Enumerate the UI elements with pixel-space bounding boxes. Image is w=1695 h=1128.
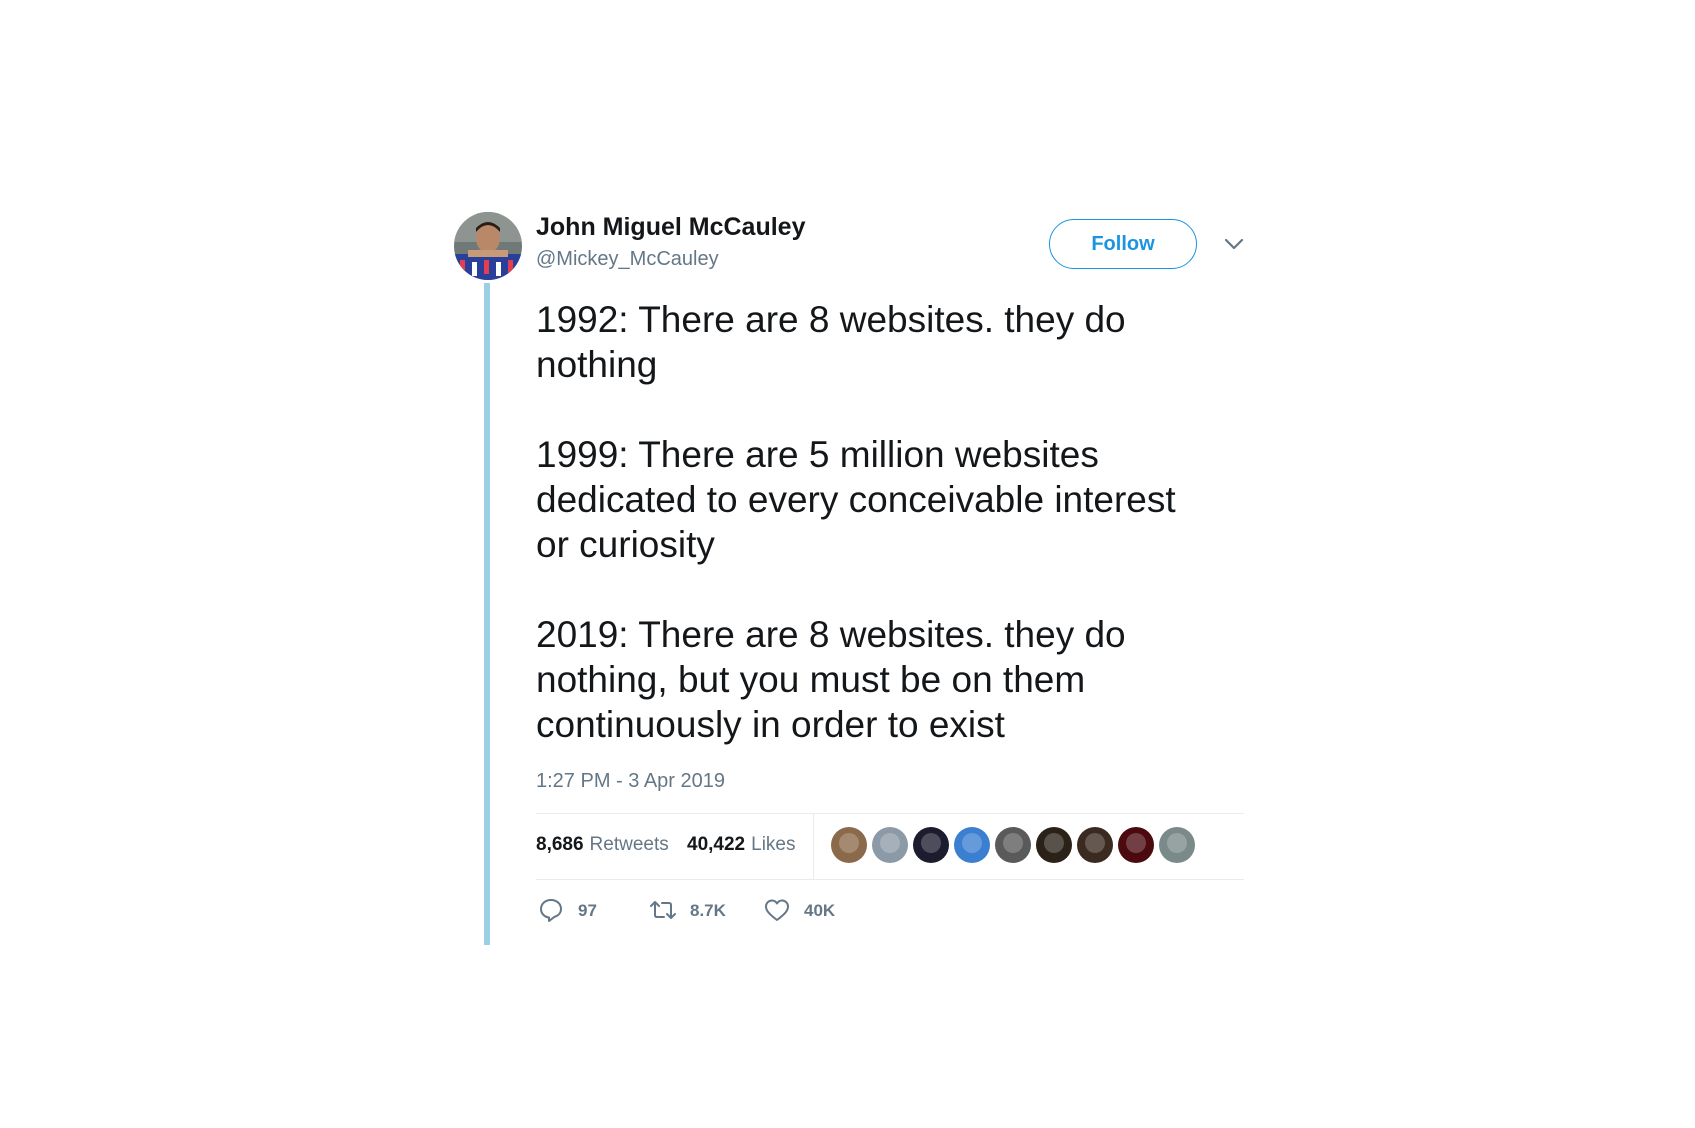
follow-button[interactable]: Follow bbox=[1049, 219, 1197, 269]
tweet-paragraph-1992: 1992: There are 8 websites. they do noth… bbox=[536, 297, 1236, 387]
tweet-paragraph-2019: 2019: There are 8 websites. they do noth… bbox=[536, 612, 1236, 747]
tweet-line: 1999: There are 5 million websites bbox=[536, 434, 1099, 475]
retweets-label: Retweets bbox=[589, 834, 669, 855]
author-name[interactable]: John Miguel McCauley bbox=[536, 213, 805, 242]
liker-avatar-2[interactable] bbox=[872, 827, 908, 863]
reply-icon bbox=[540, 899, 562, 922]
liker-avatar-1[interactable] bbox=[831, 827, 867, 863]
tweet-line: dedicated to every conceivable interest bbox=[536, 479, 1176, 520]
author-handle[interactable]: @Mickey_McCauley bbox=[536, 248, 719, 271]
liker-avatar-3[interactable] bbox=[913, 827, 949, 863]
tweet-card: John Miguel McCauley @Mickey_McCauley Fo… bbox=[0, 0, 1695, 1128]
reply-count: 97 bbox=[578, 901, 597, 920]
likes-stat[interactable]: 40,422 Likes bbox=[687, 834, 795, 856]
retweets-count: 8,686 bbox=[536, 834, 584, 855]
retweet-count: 8.7K bbox=[690, 901, 726, 920]
thread-line bbox=[484, 283, 490, 945]
heart-icon bbox=[765, 899, 789, 921]
like-count: 40K bbox=[804, 901, 836, 920]
author-avatar[interactable] bbox=[454, 212, 522, 280]
stats-divider-bottom bbox=[536, 879, 1244, 880]
tweet-text: 1992: There are 8 websites. they do noth… bbox=[536, 297, 1236, 747]
liker-avatar-4-texas[interactable] bbox=[954, 827, 990, 863]
stats-divider-top bbox=[536, 813, 1244, 814]
tweet-line: continuously in order to exist bbox=[536, 704, 1005, 745]
tweet-line: nothing bbox=[536, 344, 658, 385]
chevron-down-icon[interactable] bbox=[1222, 234, 1246, 254]
liker-avatar-8[interactable] bbox=[1118, 827, 1154, 863]
tweet-line: or curiosity bbox=[536, 524, 715, 565]
retweets-stat[interactable]: 8,686 Retweets bbox=[536, 834, 669, 856]
liker-avatar-5[interactable] bbox=[995, 827, 1031, 863]
tweet-line: 1992: There are 8 websites. they do bbox=[536, 299, 1126, 340]
tweet-paragraph-1999: 1999: There are 5 million websites dedic… bbox=[536, 432, 1236, 567]
tweet-line: 2019: There are 8 websites. they do bbox=[536, 614, 1126, 655]
retweet-icon bbox=[650, 901, 676, 919]
liker-avatar-9[interactable] bbox=[1159, 827, 1195, 863]
stats-vertical-divider bbox=[813, 813, 814, 879]
liker-avatar-6[interactable] bbox=[1036, 827, 1072, 863]
likes-label: Likes bbox=[751, 834, 796, 855]
tweet-timestamp[interactable]: 1:27 PM - 3 Apr 2019 bbox=[536, 770, 725, 793]
liker-avatar-7[interactable] bbox=[1077, 827, 1113, 863]
likes-count: 40,422 bbox=[687, 834, 746, 855]
tweet-line: nothing, but you must be on them bbox=[536, 659, 1086, 700]
